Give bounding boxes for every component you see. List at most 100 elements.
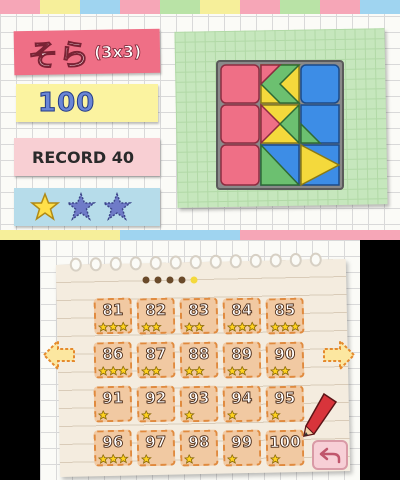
level-star-rating bbox=[270, 321, 301, 333]
next-page-arrow-icon[interactable] bbox=[322, 335, 358, 375]
level-tile[interactable]: 92 bbox=[136, 385, 176, 423]
page-dot bbox=[178, 276, 186, 284]
move-count-label: 100 bbox=[16, 84, 158, 122]
level-star-rating bbox=[98, 409, 128, 421]
previous-page-arrow-icon[interactable] bbox=[40, 335, 76, 375]
level-star-icon bbox=[184, 321, 195, 333]
star-rating bbox=[14, 188, 160, 226]
level-star-icon bbox=[184, 409, 195, 421]
level-star-rating bbox=[227, 453, 238, 465]
star-empty-icon bbox=[102, 192, 132, 221]
level-number: 93 bbox=[188, 388, 210, 408]
level-star-icon bbox=[236, 365, 248, 376]
level-tile[interactable]: 91 bbox=[93, 385, 133, 423]
level-star-icon bbox=[184, 453, 195, 465]
level-star-icon bbox=[270, 321, 281, 333]
back-button[interactable] bbox=[312, 440, 348, 470]
level-star-icon bbox=[162, 366, 171, 375]
level-star-icon bbox=[193, 365, 205, 376]
level-tile[interactable]: 97 bbox=[136, 429, 176, 467]
level-star-rating bbox=[227, 409, 247, 421]
level-tile[interactable]: 85 bbox=[265, 297, 305, 335]
level-tile[interactable]: 88 bbox=[179, 341, 219, 379]
notebook-ring bbox=[69, 257, 82, 272]
level-star-icon bbox=[227, 321, 238, 333]
level-star-icon bbox=[152, 410, 161, 419]
level-star-icon bbox=[107, 453, 119, 464]
puzzle-title: そら bbox=[27, 37, 91, 75]
level-star-icon bbox=[107, 365, 119, 376]
level-star-icon bbox=[281, 410, 290, 419]
notebook-ring bbox=[149, 255, 162, 271]
level-star-icon bbox=[195, 454, 204, 463]
level-star-rating bbox=[227, 365, 248, 377]
level-tile[interactable]: 84 bbox=[222, 297, 262, 335]
level-number: 83 bbox=[188, 300, 210, 320]
level-tile[interactable]: 87 bbox=[136, 341, 176, 379]
level-star-icon bbox=[117, 365, 129, 376]
page-dot bbox=[190, 276, 198, 284]
level-number: 89 bbox=[231, 344, 253, 364]
level-number: 92 bbox=[145, 388, 167, 408]
level-number: 81 bbox=[102, 300, 124, 320]
level-star-icon bbox=[98, 409, 109, 421]
level-star-rating bbox=[141, 321, 162, 333]
level-tile[interactable]: 83 bbox=[179, 297, 219, 335]
star-empty-icon bbox=[66, 192, 96, 221]
level-star-icon bbox=[117, 453, 129, 464]
page-dot bbox=[154, 276, 162, 284]
level-tile[interactable]: 96 bbox=[93, 429, 133, 467]
level-number: 100 bbox=[268, 432, 302, 452]
level-tile[interactable]: 86 bbox=[93, 341, 133, 379]
level-star-icon bbox=[98, 453, 109, 465]
level-tile[interactable]: 82 bbox=[136, 297, 176, 335]
level-star-rating bbox=[141, 453, 171, 465]
color-stripe bbox=[280, 0, 320, 14]
level-star-icon bbox=[291, 410, 300, 419]
puzzle-tile bbox=[220, 104, 260, 144]
level-number: 86 bbox=[102, 344, 124, 364]
level-star-icon bbox=[227, 409, 238, 421]
level-tile[interactable]: 98 bbox=[179, 429, 219, 467]
level-star-icon bbox=[281, 454, 290, 463]
level-tile[interactable]: 94 bbox=[222, 385, 262, 423]
level-star-rating bbox=[184, 409, 214, 421]
level-number: 99 bbox=[231, 432, 253, 452]
level-tile[interactable]: 90 bbox=[265, 341, 305, 379]
color-stripe bbox=[240, 0, 280, 14]
level-star-icon bbox=[270, 365, 281, 377]
level-tile[interactable]: 81 bbox=[93, 297, 133, 335]
level-number: 82 bbox=[145, 300, 167, 320]
level-star-icon bbox=[152, 454, 161, 463]
color-stripe bbox=[120, 230, 240, 240]
puzzle-size: (3x3) bbox=[93, 41, 142, 62]
level-tile[interactable]: 93 bbox=[179, 385, 219, 423]
level-number: 88 bbox=[188, 344, 210, 364]
level-tile[interactable]: 99 bbox=[222, 429, 262, 467]
level-star-icon bbox=[291, 454, 300, 463]
level-star-icon bbox=[162, 410, 171, 419]
level-star-icon bbox=[119, 410, 128, 419]
level-tile[interactable]: 89 bbox=[222, 341, 262, 379]
color-stripe bbox=[120, 0, 160, 14]
level-star-icon bbox=[205, 454, 214, 463]
puzzle-tile bbox=[220, 64, 260, 104]
level-number: 98 bbox=[188, 432, 210, 452]
notebook-ring bbox=[249, 253, 262, 268]
level-number: 95 bbox=[274, 388, 296, 408]
level-star-icon bbox=[238, 410, 247, 419]
level-star-rating bbox=[270, 453, 300, 465]
back-arrow-icon bbox=[319, 447, 341, 464]
move-count: 100 bbox=[37, 88, 96, 119]
level-star-icon bbox=[162, 454, 171, 463]
record-text: RECORD 40 bbox=[32, 147, 135, 167]
puzzle-tile bbox=[220, 144, 260, 186]
level-star-icon bbox=[184, 365, 195, 377]
level-tile[interactable]: 95 bbox=[265, 385, 305, 423]
level-tile[interactable]: 100 bbox=[265, 429, 305, 467]
level-star-icon bbox=[270, 409, 281, 421]
level-number: 96 bbox=[102, 432, 124, 452]
color-stripe bbox=[320, 0, 360, 14]
level-star-icon bbox=[246, 321, 258, 332]
level-star-icon bbox=[205, 410, 214, 419]
